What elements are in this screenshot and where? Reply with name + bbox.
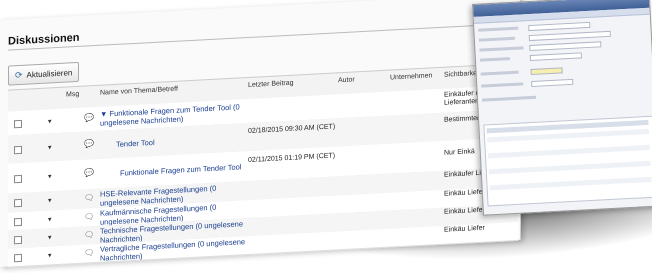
row-visibility: Einkäu Liefer <box>444 224 485 234</box>
row-menu-icon[interactable]: ▾ <box>48 196 52 204</box>
row-title[interactable]: Tender Tool <box>116 132 266 149</box>
message-icon: 🗨 <box>84 230 95 240</box>
form-field <box>529 41 602 52</box>
col-company[interactable]: Unternehmen <box>390 72 432 81</box>
message-icon: 🗨 <box>84 212 95 222</box>
form-label <box>478 36 515 42</box>
form-label <box>481 95 537 102</box>
refresh-icon: ⟳ <box>15 69 23 80</box>
row-menu-icon[interactable]: ▾ <box>48 233 52 241</box>
message-icon: 🗨 <box>84 248 95 258</box>
discussions-page: Diskussionen ⟳ Aktualisieren Msg Name vo… <box>0 0 521 268</box>
divider <box>8 22 518 51</box>
row-menu-icon[interactable]: ▾ <box>48 215 52 223</box>
col-last[interactable]: Letzter Beitrag <box>248 80 294 89</box>
row-checkbox[interactable] <box>14 145 22 155</box>
form-field <box>531 78 574 88</box>
row-menu-icon[interactable]: ▾ <box>48 117 52 125</box>
message-icon: 💬 <box>84 113 94 123</box>
row-checkbox[interactable] <box>14 119 22 129</box>
form-label <box>480 70 519 76</box>
message-icon: 🗨 <box>84 193 95 203</box>
row-checkbox[interactable] <box>14 174 22 184</box>
form-label <box>478 26 519 32</box>
form-field <box>528 30 611 42</box>
row-checkbox[interactable] <box>14 253 22 263</box>
row-date: 02/18/2015 09:30 AM (CET) <box>248 123 336 136</box>
message-icon: 💬 <box>84 168 94 178</box>
overlay-form <box>478 18 650 117</box>
row-menu-icon[interactable]: ▾ <box>48 251 52 259</box>
row-checkbox[interactable] <box>14 217 22 227</box>
row-date: 02/11/2015 01:19 PM (CET) <box>248 152 336 165</box>
message-icon: 💬 <box>84 139 94 149</box>
col-author[interactable]: Autor <box>338 76 355 84</box>
form-label <box>479 46 524 52</box>
refresh-button[interactable]: ⟳ Aktualisieren <box>8 61 80 86</box>
row-checkbox[interactable] <box>14 235 22 245</box>
col-name[interactable]: Name von Thema/Betreff <box>100 86 178 97</box>
overlay-table <box>483 115 652 207</box>
col-msg: Msg <box>66 90 80 99</box>
row-menu-icon[interactable]: ▾ <box>48 172 52 180</box>
refresh-label: Aktualisieren <box>26 67 73 80</box>
section-title: Diskussionen <box>8 31 80 48</box>
row-menu-icon[interactable]: ▾ <box>48 143 52 151</box>
row-checkbox[interactable] <box>14 198 22 208</box>
form-field <box>530 67 563 76</box>
form-label <box>481 82 524 88</box>
overlay-screenshot <box>472 0 652 216</box>
form-field <box>528 21 591 32</box>
form-label <box>479 57 510 62</box>
form-field <box>529 52 582 62</box>
